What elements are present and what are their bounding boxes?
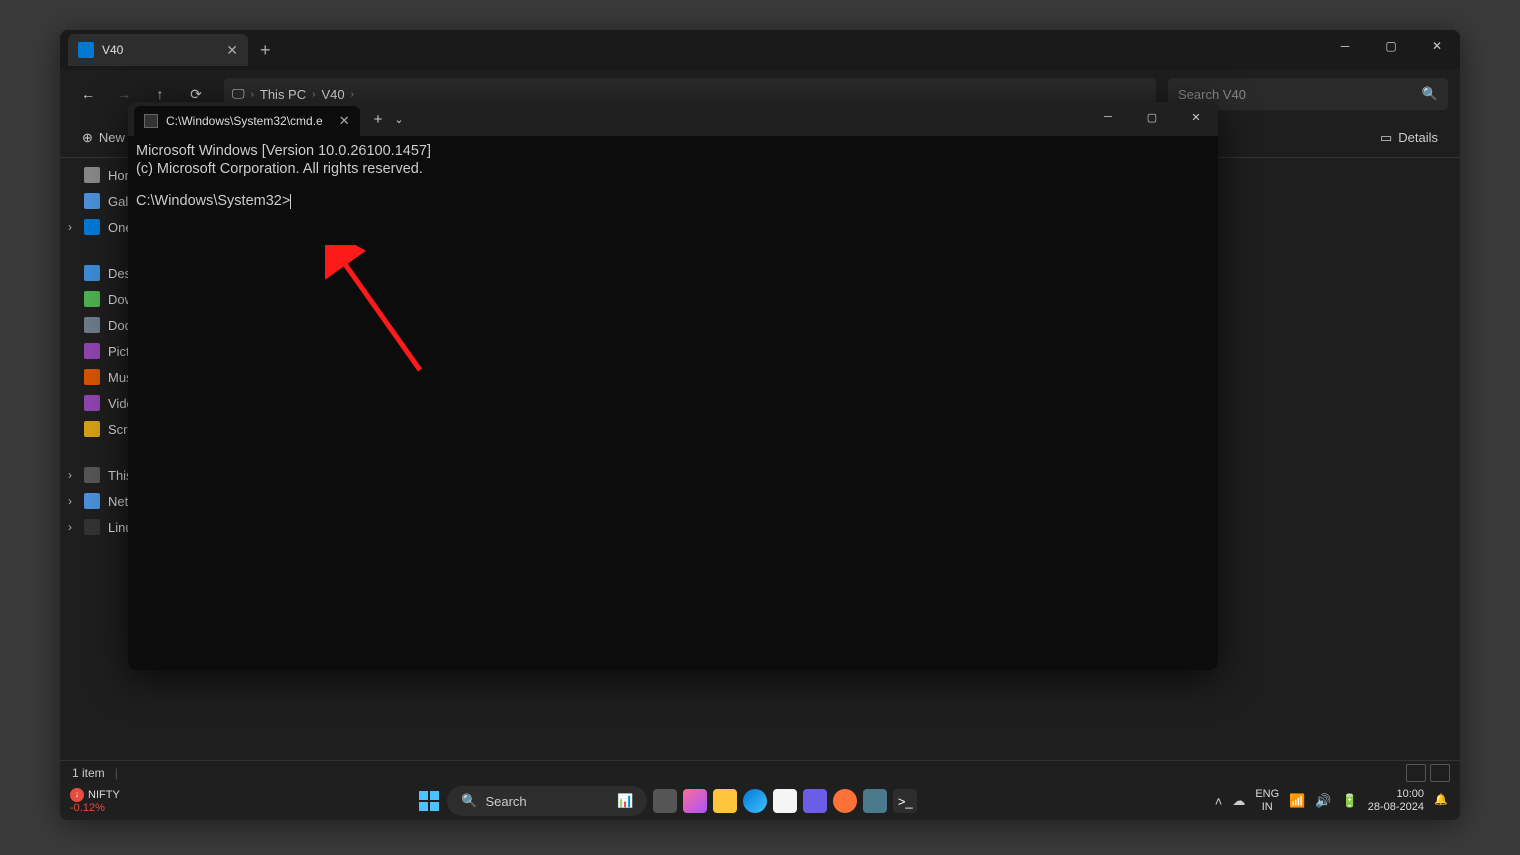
onedrive-sync-icon[interactable]: ☁: [1232, 793, 1245, 809]
firefox-button[interactable]: [833, 789, 857, 813]
clock[interactable]: 10:00 28-08-2024: [1368, 788, 1424, 814]
search-icon: 🔍: [461, 793, 477, 809]
start-button[interactable]: [417, 789, 441, 813]
home-icon: [84, 167, 100, 183]
search-placeholder: Search V40: [1178, 87, 1414, 102]
add-terminal-tab-button[interactable]: +: [374, 111, 383, 128]
app-button-2[interactable]: [863, 789, 887, 813]
stock-widget[interactable]: ↓NIFTY -0.12%: [70, 788, 120, 814]
view-list-button[interactable]: [1406, 764, 1426, 782]
breadcrumb-v40[interactable]: V40: [321, 87, 344, 102]
tab-title: V40: [102, 43, 218, 57]
plus-circle-icon: ⊕: [82, 130, 93, 146]
folder-icon: [84, 421, 100, 437]
network-icon: [84, 493, 100, 509]
search-icon: 🔍: [1422, 86, 1438, 102]
edge-button[interactable]: [743, 789, 767, 813]
details-icon: ▭: [1380, 130, 1392, 146]
taskbar-center: 🔍 Search 📊 >_: [120, 786, 1215, 816]
taskbar-left: ↓NIFTY -0.12%: [70, 788, 120, 814]
maximize-button[interactable]: ▢: [1368, 30, 1414, 62]
task-view-button[interactable]: [653, 789, 677, 813]
notification-icon[interactable]: 🔔: [1434, 793, 1450, 809]
terminal-prompt: C:\Windows\System32>: [136, 193, 290, 209]
chevron-right-icon: ›: [312, 89, 315, 100]
chevron-right-icon: ›: [251, 89, 254, 100]
stock-change: -0.12%: [70, 802, 120, 814]
explorer-status-bar: 1 item |: [60, 760, 1460, 784]
close-tab-icon[interactable]: ✕: [226, 42, 238, 59]
cursor: [290, 194, 291, 209]
terminal-line: (c) Microsoft Corporation. All rights re…: [136, 160, 1210, 178]
cmd-icon: [144, 114, 158, 128]
folder-icon: [78, 42, 94, 58]
terminal-window-controls: ─ ▢ ✕: [1086, 102, 1218, 132]
back-button[interactable]: ←: [72, 78, 104, 110]
store-button[interactable]: [773, 789, 797, 813]
minimize-button[interactable]: ─: [1322, 30, 1368, 62]
gallery-icon: [84, 193, 100, 209]
close-window-button[interactable]: ✕: [1174, 102, 1218, 132]
terminal-header: C:\Windows\System32\cmd.e ✕ + ⌄ ─ ▢ ✕: [128, 102, 1218, 136]
terminal-window: C:\Windows\System32\cmd.e ✕ + ⌄ ─ ▢ ✕ Mi…: [128, 102, 1218, 670]
breadcrumb-thispc[interactable]: This PC: [260, 87, 306, 102]
taskbar-right: ˄ ☁ ENG IN 📶 🔊 🔋 10:00 28-08-2024 🔔: [1215, 788, 1450, 814]
download-icon: [84, 291, 100, 307]
terminal-tab-title: C:\Windows\System32\cmd.e: [166, 114, 323, 128]
desktop: V40 ✕ + ─ ▢ ✕ ← → ↑ ⟳ 🖵 › This PC › V40 …: [60, 30, 1460, 820]
linux-icon: [84, 519, 100, 535]
maximize-button[interactable]: ▢: [1130, 102, 1174, 132]
taskbar: ↓NIFTY -0.12% 🔍 Search 📊: [60, 782, 1460, 820]
picture-icon: [84, 343, 100, 359]
video-icon: [84, 395, 100, 411]
search-decoration-icon: 📊: [617, 793, 633, 809]
window-controls: ─ ▢ ✕: [1322, 30, 1460, 62]
document-icon: [84, 317, 100, 333]
terminal-line: Microsoft Windows [Version 10.0.26100.14…: [136, 142, 1210, 160]
new-button[interactable]: ⊕ New: [72, 126, 135, 150]
app-button-1[interactable]: [803, 789, 827, 813]
view-grid-button[interactable]: [1430, 764, 1450, 782]
explorer-button[interactable]: [713, 789, 737, 813]
add-tab-button[interactable]: +: [260, 40, 271, 61]
explorer-tab-v40[interactable]: V40 ✕: [68, 34, 248, 66]
battery-icon[interactable]: 🔋: [1342, 793, 1358, 809]
terminal-tab-cmd[interactable]: C:\Windows\System32\cmd.e ✕: [134, 106, 360, 136]
details-button[interactable]: ▭ Details: [1370, 126, 1448, 150]
close-window-button[interactable]: ✕: [1414, 30, 1460, 62]
wifi-icon[interactable]: 📶: [1289, 793, 1305, 809]
monitor-icon: 🖵: [232, 86, 245, 102]
music-icon: [84, 369, 100, 385]
pc-icon: [84, 467, 100, 483]
volume-icon[interactable]: 🔊: [1315, 793, 1331, 809]
terminal-dropdown-button[interactable]: ⌄: [394, 113, 403, 126]
stock-down-icon: ↓: [70, 788, 84, 802]
cloud-icon: [84, 219, 100, 235]
terminal-body[interactable]: Microsoft Windows [Version 10.0.26100.14…: [128, 136, 1218, 670]
copilot-button[interactable]: [683, 789, 707, 813]
terminal-button[interactable]: >_: [893, 789, 917, 813]
taskbar-search[interactable]: 🔍 Search 📊: [447, 786, 647, 816]
desktop-icon: [84, 265, 100, 281]
language-indicator[interactable]: ENG IN: [1255, 788, 1279, 814]
explorer-tab-bar: V40 ✕ + ─ ▢ ✕: [60, 30, 1460, 70]
close-tab-icon[interactable]: ✕: [339, 113, 350, 129]
item-count: 1 item: [72, 766, 105, 780]
chevron-right-icon: ›: [351, 89, 354, 100]
chevron-up-icon[interactable]: ˄: [1215, 794, 1223, 809]
minimize-button[interactable]: ─: [1086, 102, 1130, 132]
